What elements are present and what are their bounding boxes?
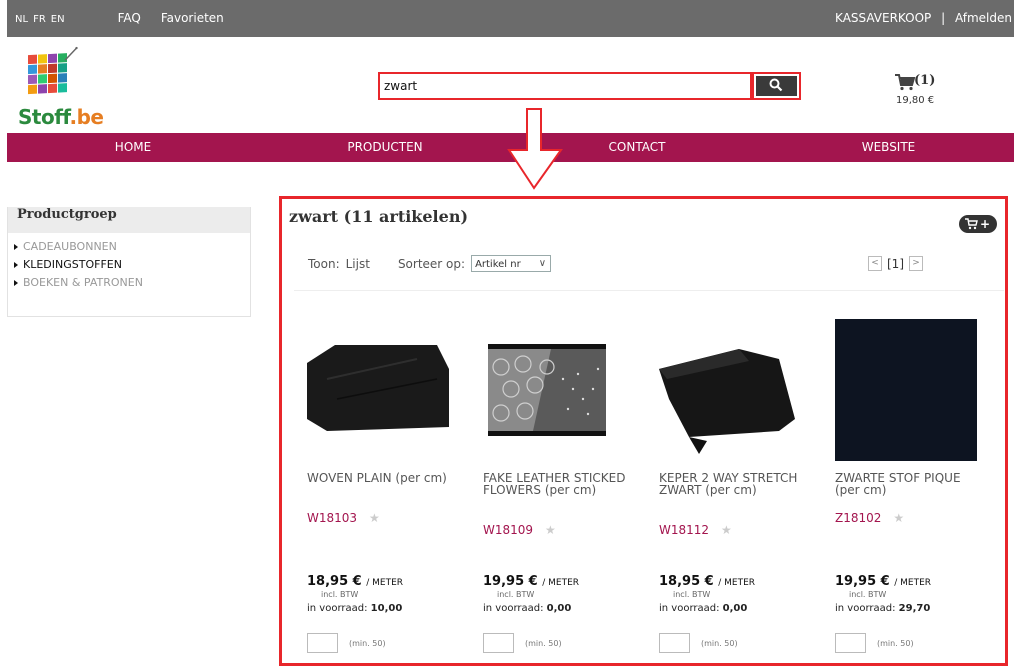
cart-icon [965,218,978,230]
stock-info: in voorraad: 10,00 [307,603,403,614]
product-code-row: W18103 ★ [307,511,380,525]
lang-fr[interactable]: FR [33,14,46,25]
caret-right-icon [14,244,18,250]
product-group-sidebar: Productgroep CADEAUBONNEN KLEDINGSTOFFEN… [7,207,251,317]
site-logo[interactable]: Stoff.be [18,46,104,130]
sort-label: Sorteer op: [397,256,466,271]
sidebar-item-books-patterns[interactable]: BOEKEN & PATRONEN [14,274,250,292]
fabric-squares-logo-icon [28,46,78,95]
sidebar-item-gift-vouchers[interactable]: CADEAUBONNEN [14,238,250,256]
divider [294,290,1004,291]
pagination: < [1] > [868,256,923,271]
quantity-input[interactable] [307,633,338,653]
product-code[interactable]: W18112 [659,523,709,537]
product-image[interactable] [835,319,977,461]
product-code-row: Z18102 ★ [835,511,904,525]
vat-note: incl. BTW [497,590,535,599]
minimum-note: (min. 50) [877,639,914,648]
view-list-link[interactable]: Lijst [346,257,370,271]
faq-link[interactable]: FAQ [118,11,141,25]
product-price: 18,95 € / METER [659,574,756,589]
product-image[interactable] [483,319,625,461]
product-code[interactable]: W18109 [483,523,533,537]
cart-count: (1) [914,73,936,88]
cart-icon [895,74,916,91]
search-button[interactable] [752,72,801,100]
search-input[interactable] [380,74,750,98]
cart-total: 19,80 € [896,95,935,106]
cart-widget[interactable]: (1) 19,80 € [890,73,960,113]
product-image[interactable] [659,319,801,461]
stock-info: in voorraad: 0,00 [483,603,572,614]
search-results-panel: zwart (11 artikelen) + Toon: Lijst Sorte… [279,196,1008,666]
product-code[interactable]: Z18102 [835,511,881,525]
category-list: CADEAUBONNEN KLEDINGSTOFFEN BOEKEN & PAT… [8,233,250,292]
product-image[interactable] [307,319,449,461]
lang-en[interactable]: EN [51,14,65,25]
nav-home[interactable]: HOME [7,133,259,162]
product-name[interactable]: ZWARTE STOF PIQUE (per cm) [835,472,980,496]
view-label: Toon: [308,256,340,271]
product-name[interactable]: FAKE LEATHER STICKED FLOWERS (per cm) [483,472,628,496]
product-price: 19,95 € / METER [835,574,932,589]
caret-right-icon [14,280,18,286]
account-link[interactable]: KASSAVERKOOP [835,11,931,25]
vat-note: incl. BTW [849,590,887,599]
minimum-note: (min. 50) [349,639,386,648]
annotation-down-arrow-icon [507,108,563,190]
product-name[interactable]: WOVEN PLAIN (per cm) [307,472,452,484]
product-code[interactable]: W18103 [307,511,357,525]
sidebar-title: Productgroep [8,207,250,233]
product-name[interactable]: KEPER 2 WAY STRETCH ZWART (per cm) [659,472,804,496]
vat-note: incl. BTW [321,590,359,599]
favorites-link[interactable]: Favorieten [161,11,224,25]
caret-right-icon [14,262,18,268]
product-code-row: W18109 ★ [483,523,556,537]
results-toolbar: Toon: Lijst Sorteer op: Artikel nr ∨ [308,255,552,272]
sidebar-item-clothing-fabrics[interactable]: KLEDINGSTOFFEN [14,256,250,274]
topbar-separator: | [941,11,946,25]
search-field[interactable] [378,72,752,100]
quantity-input[interactable] [483,633,514,653]
chevron-down-icon: ∨ [538,258,547,269]
quantity-input[interactable] [835,633,866,653]
prev-page-button[interactable]: < [868,256,882,271]
favorite-star-icon[interactable]: ★ [721,523,732,537]
vat-note: incl. BTW [673,590,711,599]
search-icon [769,78,783,92]
minimum-note: (min. 50) [525,639,562,648]
quantity-input[interactable] [659,633,690,653]
lang-nl[interactable]: NL [15,14,28,25]
top-bar: NL FR EN FAQ Favorieten KASSAVERKOOP | Afm… [7,0,1014,37]
favorite-star-icon[interactable]: ★ [893,511,904,525]
add-to-cart-button[interactable]: + [959,215,997,233]
product-code-row: W18112 ★ [659,523,732,537]
favorite-star-icon[interactable]: ★ [545,523,556,537]
favorite-star-icon[interactable]: ★ [369,511,380,525]
stock-info: in voorraad: 0,00 [659,603,748,614]
logout-link[interactable]: Afmelden [955,11,1012,25]
sort-select[interactable]: Artikel nr ∨ [471,255,552,272]
product-price: 19,95 € / METER [483,574,580,589]
current-page[interactable]: [1] [887,257,904,271]
stock-info: in voorraad: 29,70 [835,603,931,614]
product-price: 18,95 € / METER [307,574,404,589]
minimum-note: (min. 50) [701,639,738,648]
results-title: zwart (11 artikelen) [289,207,469,226]
language-switcher: NL FR EN [15,11,70,25]
nav-products[interactable]: PRODUCTEN [259,133,511,162]
logo-text: Stoff.be [18,105,104,129]
next-page-button[interactable]: > [909,256,923,271]
nav-website[interactable]: WEBSITE [763,133,1014,162]
